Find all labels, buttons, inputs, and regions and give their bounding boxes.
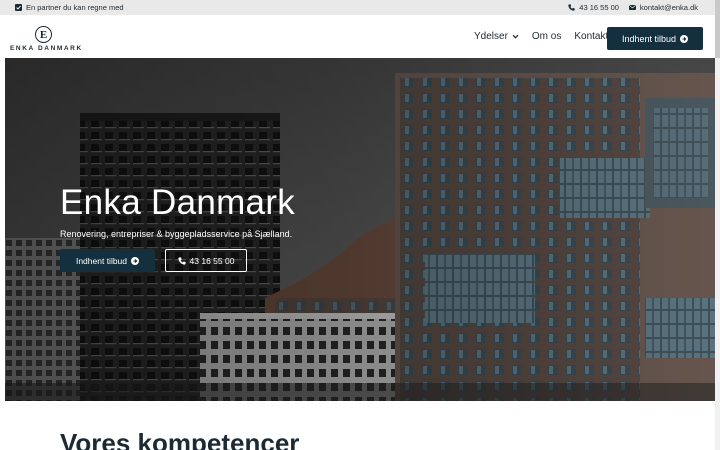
scrollbar-thumb[interactable]: [715, 0, 720, 58]
hero-phone-label: 43 16 55 00: [189, 255, 235, 266]
top-bar-left: En partner du kan regne med: [15, 0, 124, 15]
main-nav: Ydelser Om os Kontakt: [474, 15, 621, 58]
nav-item-label: Om os: [531, 31, 562, 42]
hero-quote-label: Indhent tilbud: [75, 255, 128, 266]
logo-mark: E: [35, 26, 52, 43]
hero-title: Enka Danmark: [60, 183, 296, 222]
logo[interactable]: E ENKA DANMARK: [10, 26, 83, 52]
topbar-email-text: kontakt@enka.dk: [639, 3, 698, 12]
header-quote-button[interactable]: Indhent tilbud: [607, 27, 703, 50]
topbar-phone-link[interactable]: 43 16 55 00: [568, 3, 619, 12]
phone-icon: [568, 4, 575, 11]
arrow-circle-right-icon: [680, 34, 689, 43]
top-bar-right: 43 16 55 00 kontakt@enka.dk: [568, 0, 698, 15]
check-square-icon: [15, 4, 22, 11]
header-quote-label: Indhent tilbud: [621, 33, 677, 44]
hero-subtitle: Renovering, entrepriser & byggepladsserv…: [60, 229, 293, 239]
tagline: En partner du kan regne med: [15, 3, 124, 12]
site-header: E ENKA DANMARK Ydelser Om os Kontakt Ind…: [0, 15, 720, 58]
section-title: Vores kompetencer: [60, 428, 300, 450]
chevron-down-icon: [512, 33, 519, 40]
nav-item-label: Kontakt: [574, 31, 609, 42]
nav-item-ydelser[interactable]: Ydelser: [474, 31, 519, 42]
hero-quote-button[interactable]: Indhent tilbud: [60, 249, 155, 272]
nav-item-kontakt[interactable]: Kontakt: [574, 31, 608, 42]
nav-item-om-os[interactable]: Om os: [532, 31, 561, 42]
hero-banner: Enka Danmark Renovering, entrepriser & b…: [5, 58, 715, 401]
envelope-icon: [628, 4, 636, 11]
tagline-text: En partner du kan regne med: [26, 3, 124, 12]
arrow-circle-right-icon: [131, 256, 140, 265]
top-bar: En partner du kan regne med 43 16 55 00 …: [0, 0, 720, 15]
logo-text: ENKA DANMARK: [10, 45, 83, 52]
nav-item-label: Ydelser: [474, 31, 508, 42]
topbar-email-link[interactable]: kontakt@enka.dk: [628, 3, 698, 12]
hero-phone-button[interactable]: 43 16 55 00: [165, 249, 247, 272]
scrollbar-track[interactable]: [715, 0, 720, 450]
topbar-phone-text: 43 16 55 00: [579, 3, 619, 12]
phone-icon: [177, 256, 186, 265]
